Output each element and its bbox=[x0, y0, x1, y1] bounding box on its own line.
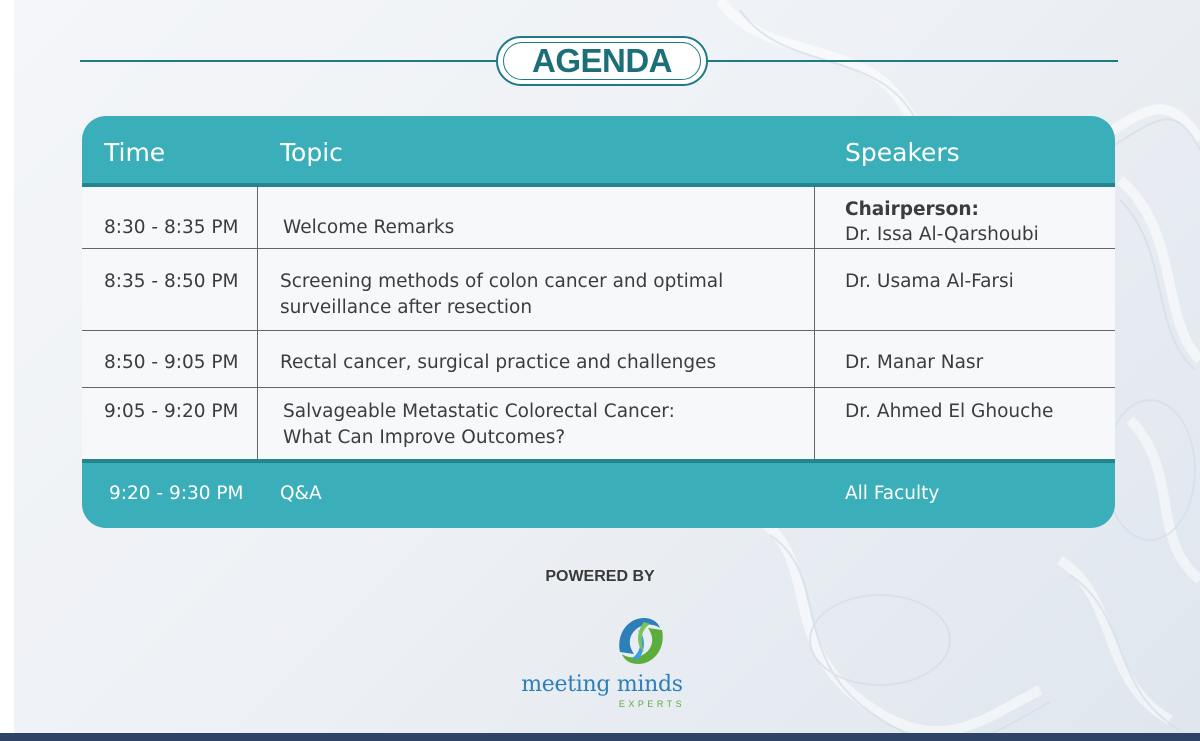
table-row: 8:35 - 8:50 PM Screening methods of colo… bbox=[82, 249, 1115, 331]
row-topic: Welcome Remarks bbox=[283, 217, 455, 238]
row-speaker: Dr. Usama Al-Farsi bbox=[845, 271, 1014, 292]
row-time: 8:35 - 8:50 PM bbox=[104, 271, 239, 292]
powered-by-label: POWERED BY bbox=[545, 568, 655, 585]
table-row: 8:50 - 9:05 PM Rectal cancer, surgical p… bbox=[82, 331, 1115, 388]
left-margin bbox=[0, 0, 14, 741]
row-topic-line2: What Can Improve Outcomes? bbox=[283, 427, 566, 448]
table-header: Time Topic Speakers bbox=[82, 116, 1115, 186]
table-row: 8:30 - 8:35 PM Welcome Remarks Chairpers… bbox=[82, 187, 1115, 249]
row-topic-line1: Screening methods of colon cancer and op… bbox=[280, 271, 724, 292]
row-topic: Rectal cancer, surgical practice and cha… bbox=[280, 352, 717, 373]
page-title: AGENDA bbox=[503, 42, 701, 80]
row-time: 8:30 - 8:35 PM bbox=[104, 217, 239, 238]
sponsor-name: meeting minds bbox=[521, 672, 683, 697]
row-topic-line1: Salvageable Metastatic Colorectal Cancer… bbox=[283, 401, 675, 422]
header-topic: Topic bbox=[280, 138, 343, 167]
bottom-bar bbox=[0, 733, 1200, 741]
footer-topic: Q&A bbox=[280, 483, 322, 504]
header-time: Time bbox=[104, 138, 166, 167]
row-time: 8:50 - 9:05 PM bbox=[104, 352, 239, 373]
column-divider bbox=[814, 187, 815, 459]
row-speaker: Dr. Manar Nasr bbox=[845, 352, 984, 373]
header-speakers: Speakers bbox=[845, 138, 960, 167]
column-divider bbox=[257, 187, 258, 459]
table-footer-row: 9:20 - 9:30 PM Q&A All Faculty bbox=[82, 463, 1115, 528]
sponsor-subtitle: EXPERTS bbox=[618, 699, 686, 709]
footer-speaker: All Faculty bbox=[845, 483, 940, 504]
header-rule-right bbox=[708, 60, 1118, 62]
agenda-table: Time Topic Speakers 8:30 - 8:35 PM Welco… bbox=[82, 116, 1115, 528]
row-speaker: Dr. Ahmed El Ghouche bbox=[845, 401, 1054, 422]
table-body: 8:30 - 8:35 PM Welcome Remarks Chairpers… bbox=[82, 187, 1115, 459]
agenda-title-badge: AGENDA bbox=[496, 36, 708, 86]
row-speaker-role: Chairperson: bbox=[845, 199, 979, 220]
meeting-minds-logo-icon bbox=[619, 618, 663, 664]
table-row: 9:05 - 9:20 PM Salvageable Metastatic Co… bbox=[82, 388, 1115, 459]
header-rule-left bbox=[80, 60, 496, 62]
row-time: 9:05 - 9:20 PM bbox=[104, 401, 239, 422]
row-speaker: Dr. Issa Al-Qarshoubi bbox=[845, 224, 1039, 245]
footer-time: 9:20 - 9:30 PM bbox=[109, 483, 244, 504]
row-topic-line2: surveillance after resection bbox=[280, 297, 533, 318]
